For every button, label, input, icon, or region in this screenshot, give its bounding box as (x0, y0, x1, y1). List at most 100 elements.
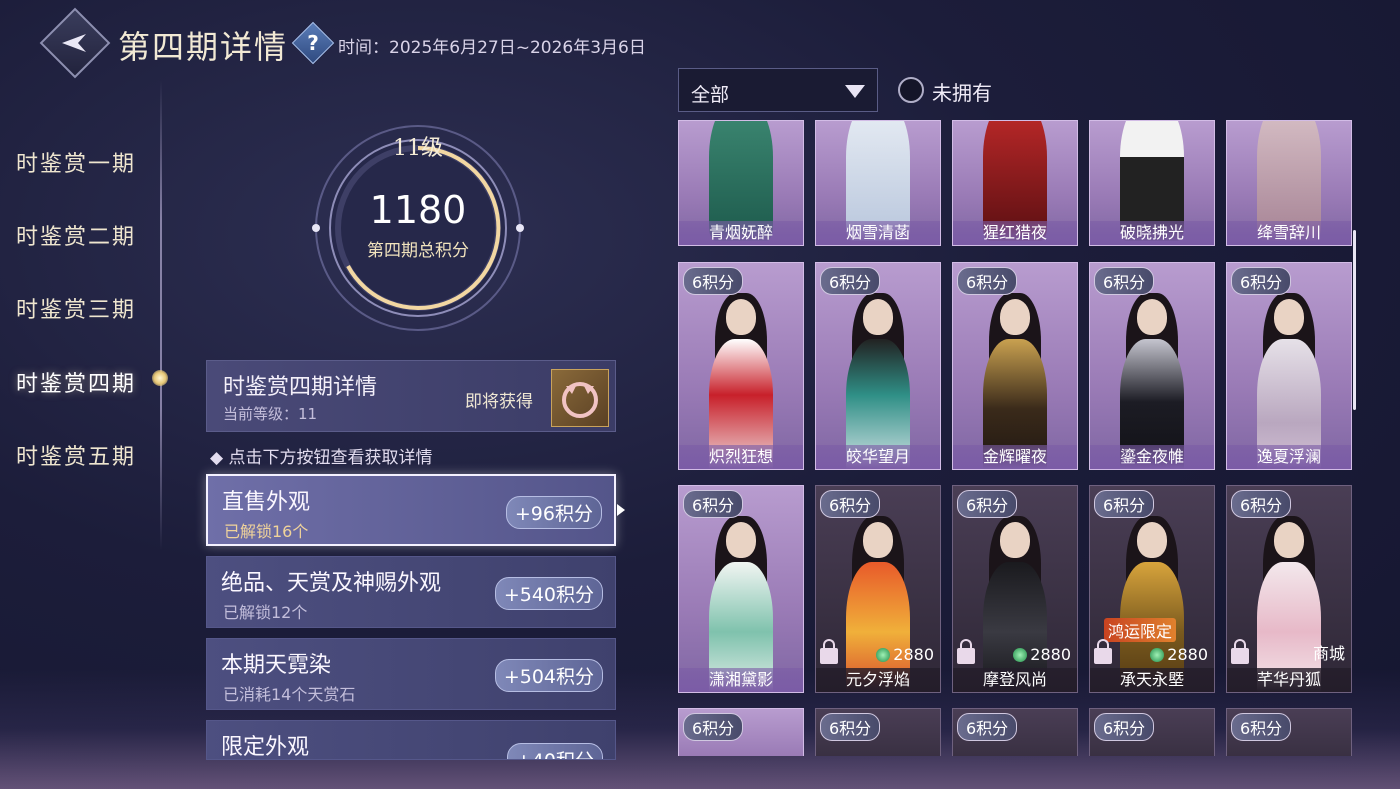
back-arrow-icon (62, 34, 86, 52)
level-label: 11级 (393, 136, 443, 161)
outfit-name: 摩登风尚 (953, 668, 1077, 692)
points-badge: 6积分 (820, 713, 881, 741)
points-badge: 6积分 (683, 267, 744, 295)
period-detail-title: 时鉴赏四期详情 (223, 375, 378, 400)
category-direct-sale[interactable]: 直售外观 已解锁16个 +96积分 (206, 474, 616, 546)
jade-currency-icon (876, 648, 891, 662)
lock-icon (957, 639, 975, 664)
shop-label: 商城 (1312, 644, 1345, 663)
filter-dropdown-value: 全部 (691, 84, 730, 106)
outfit-name: 芊华丹狐 (1227, 668, 1351, 692)
lock-icon (1231, 639, 1249, 664)
back-button[interactable] (39, 7, 111, 79)
category-title: 本期天霓染 (221, 653, 332, 678)
points-badge: 6积分 (1231, 490, 1292, 518)
outfit-name: 元夕浮焰 (816, 668, 940, 692)
outfit-card[interactable]: 6积分 皎华望月 (815, 262, 941, 470)
points-badge: 6积分 (1231, 267, 1292, 295)
page-title: 第四期详情 (118, 28, 289, 66)
price-tag: 2880 (1150, 645, 1208, 664)
outfit-name: 青烟妩醉 (679, 221, 803, 245)
points-badge: 6积分 (683, 490, 744, 518)
jade-currency-icon (1013, 648, 1028, 662)
category-points: +540积分 (494, 577, 603, 610)
reward-item-icon[interactable] (551, 369, 609, 427)
nav-divider (160, 80, 162, 550)
outfit-name: 烟雪清菡 (816, 221, 940, 245)
price-tag: 2880 (1013, 645, 1071, 664)
hint-label: 点击下方按钮查看获取详情 (228, 448, 433, 468)
lock-icon (820, 639, 838, 664)
period-detail-card[interactable]: 时鉴赏四期详情 当前等级：11 即将获得 (206, 360, 616, 432)
filter-dropdown[interactable]: 全部 (678, 68, 878, 112)
points-badge: 6积分 (957, 490, 1018, 518)
limited-tag: 鸿运限定 (1104, 618, 1177, 642)
outfit-card[interactable]: 6积分 (952, 708, 1078, 756)
outfit-card[interactable]: 6积分 (815, 708, 941, 756)
outfit-card[interactable]: 猩红猎夜 (952, 120, 1078, 246)
points-badge: 6积分 (1094, 713, 1155, 741)
outfit-card[interactable]: 6积分 鎏金夜帷 (1089, 262, 1215, 470)
outfit-card[interactable]: 6积分 2880 元夕浮焰 (815, 485, 941, 693)
nav-item-period-1[interactable]: 时鉴赏一期 (16, 146, 136, 178)
grid-scrollbar[interactable] (1353, 230, 1356, 410)
outfit-card[interactable]: 6积分 商城 芊华丹狐 (1226, 485, 1352, 693)
category-premium[interactable]: 绝品、天赏及神赐外观 已解锁12个 +540积分 (206, 556, 616, 628)
category-dye[interactable]: 本期天霓染 已消耗14个天赏石 +504积分 (206, 638, 616, 710)
category-sub: 已解锁16个 (224, 522, 309, 541)
outfit-name: 潇湘黛影 (679, 668, 803, 692)
points-badge: 6积分 (957, 267, 1018, 295)
not-owned-label: 未拥有 (932, 81, 992, 105)
points-badge: 6积分 (820, 490, 881, 518)
nav-item-period-3[interactable]: 时鉴赏三期 (16, 292, 136, 324)
points-badge: 6积分 (683, 713, 744, 741)
outfit-name: 炽烈狂想 (679, 445, 803, 469)
lock-icon (1094, 639, 1112, 664)
outfit-name: 猩红猎夜 (953, 221, 1077, 245)
jade-currency-icon (1150, 648, 1165, 662)
price-value: 2880 (893, 645, 934, 664)
price-value: 2880 (1167, 645, 1208, 664)
outfit-card[interactable]: 6积分 2880 摩登风尚 (952, 485, 1078, 693)
outfit-card[interactable]: 6积分 逸夏浮澜 (1226, 262, 1352, 470)
score-label: 第四期总积分 (367, 241, 469, 261)
outfit-card[interactable]: 破晓拂光 (1089, 120, 1215, 246)
outfit-card[interactable]: 6积分 炽烈狂想 (678, 262, 804, 470)
help-button[interactable]: ? (291, 21, 335, 65)
outfit-card[interactable]: 烟雪清菡 (815, 120, 941, 246)
hint-text: ◆ 点击下方按钮查看获取详情 (210, 448, 433, 468)
selected-arrow-icon (617, 504, 625, 516)
points-badge: 6积分 (820, 267, 881, 295)
outfit-card[interactable]: 青烟妩醉 (678, 120, 804, 246)
nav-item-period-4[interactable]: 时鉴赏四期 (16, 366, 136, 398)
outfit-card[interactable]: 6积分 金辉曜夜 (952, 262, 1078, 470)
points-badge: 6积分 (1231, 713, 1292, 741)
outfit-name: 绛雪辞川 (1227, 221, 1351, 245)
outfit-card[interactable]: 6积分 潇湘黛影 (678, 485, 804, 693)
not-owned-toggle[interactable] (898, 77, 924, 103)
outfit-card[interactable]: 绛雪辞川 (1226, 120, 1352, 246)
nav-active-marker-icon (152, 370, 168, 386)
total-score: 1180 (369, 188, 467, 232)
category-points: +96积分 (505, 496, 602, 529)
category-points: +504积分 (494, 659, 603, 692)
category-sub: 已消耗14个天赏石 (223, 685, 356, 704)
outfit-card[interactable]: 6积分 (1226, 708, 1352, 756)
coming-soon-label: 即将获得 (465, 392, 533, 412)
category-title: 直售外观 (222, 490, 311, 515)
category-title: 限定外观 (221, 735, 310, 760)
outfit-card[interactable]: 6积分 (1089, 708, 1215, 756)
points-badge: 6积分 (1094, 490, 1155, 518)
outfit-card[interactable]: 6积分 鸿运限定 2880 承天永塈 (1089, 485, 1215, 693)
chevron-down-icon (845, 85, 865, 98)
outfit-name: 鎏金夜帷 (1090, 445, 1214, 469)
nav-item-period-2[interactable]: 时鉴赏二期 (16, 219, 136, 251)
points-badge: 6积分 (957, 713, 1018, 741)
nav-item-period-5[interactable]: 时鉴赏五期 (16, 439, 136, 471)
outfit-card[interactable]: 6积分 (678, 708, 804, 756)
category-title: 绝品、天赏及神赐外观 (221, 571, 442, 596)
help-icon: ? (307, 31, 319, 55)
category-limited[interactable]: 限定外观 +40积分 (206, 720, 616, 760)
points-badge: 6积分 (1094, 267, 1155, 295)
outfit-name: 皎华望月 (816, 445, 940, 469)
